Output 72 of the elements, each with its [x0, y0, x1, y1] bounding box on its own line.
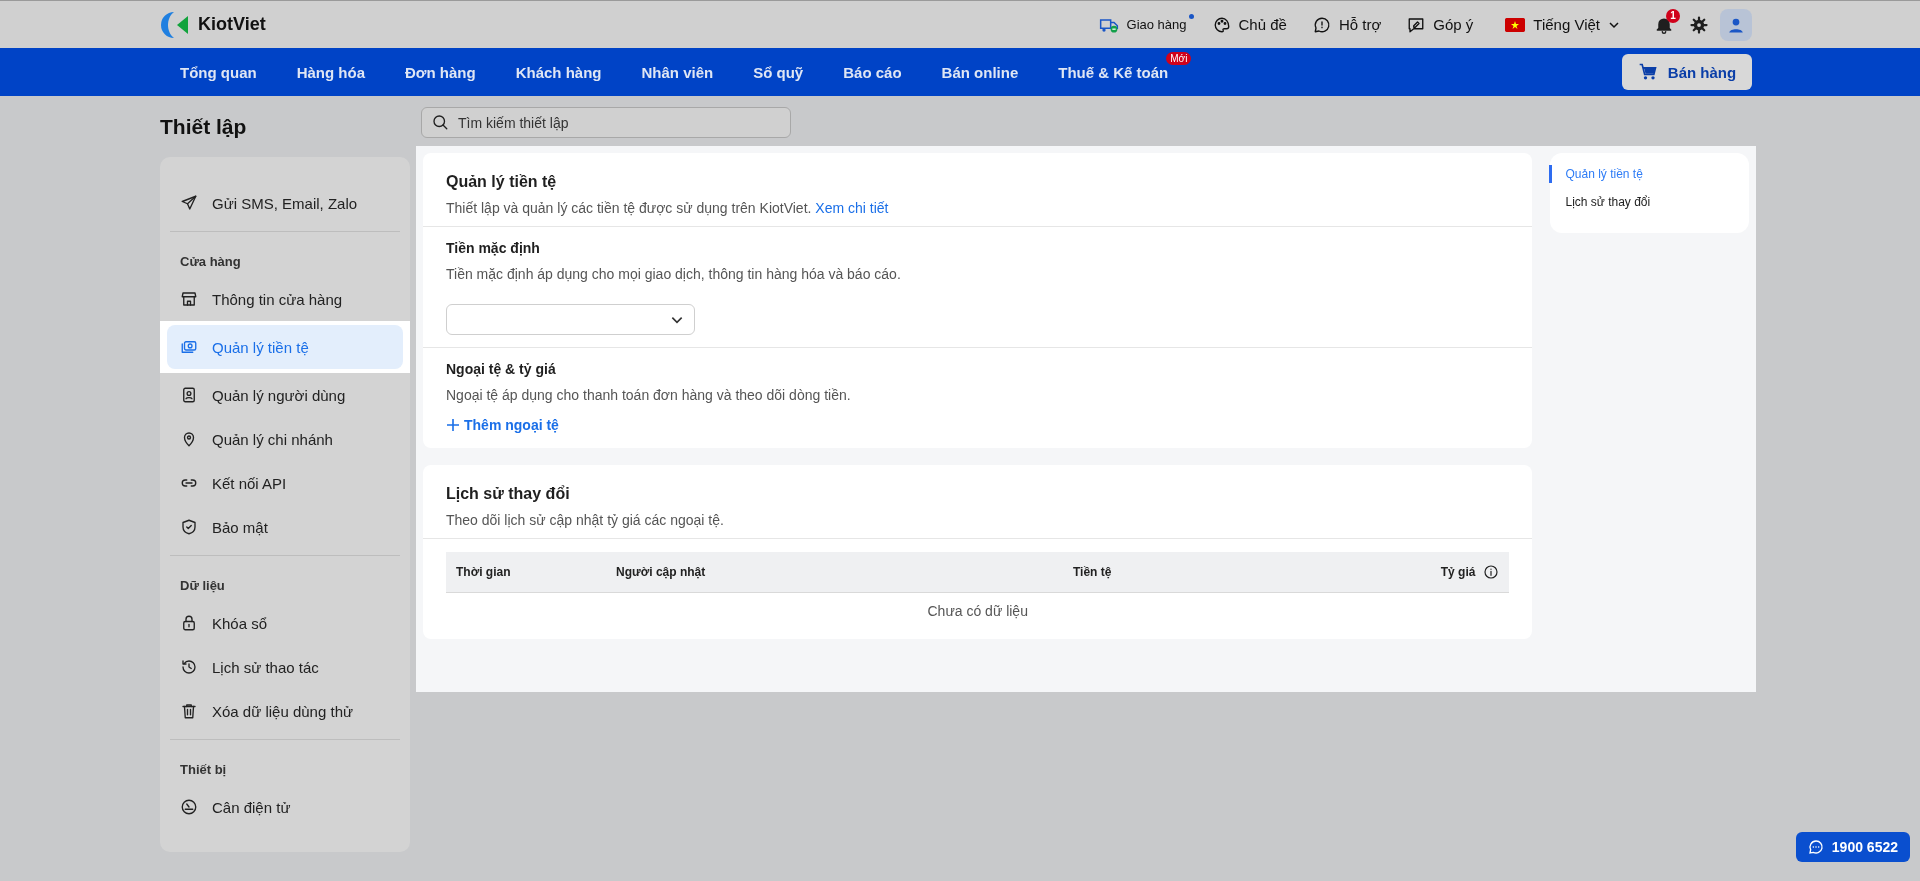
avatar-button[interactable]: [1720, 8, 1752, 41]
column-header: Thời gian: [456, 565, 511, 579]
column-header: Tỷ giá: [1440, 565, 1476, 579]
column-header: Tiền tệ: [1073, 565, 1112, 579]
sidebar-item[interactable]: Quản lý chi nhánh: [160, 417, 410, 461]
sell-button[interactable]: Bán hàng: [1622, 54, 1752, 90]
add-currency-link[interactable]: Thêm ngoại tệ: [446, 417, 559, 433]
sidebar-item[interactable]: Khóa sổ: [160, 601, 410, 645]
language-selector[interactable]: Tiếng Việt: [1499, 15, 1626, 34]
sidebar-item[interactable]: Bảo mật: [160, 505, 410, 549]
search-field[interactable]: Tìm kiếm thiết lập: [421, 107, 791, 138]
header-action[interactable]: Hỗ trợ: [1312, 15, 1382, 34]
feedback-icon: [1407, 15, 1426, 34]
send-icon: [180, 194, 198, 212]
header-action[interactable]: Chủ đề: [1212, 15, 1287, 34]
palette-icon: [1212, 15, 1231, 34]
sidebar-group-title: Dữ liệu: [179, 577, 226, 595]
history-icon: [180, 658, 198, 676]
user-card-icon: [180, 386, 198, 404]
page-title: Thiết lập: [160, 113, 248, 140]
shield-icon: [180, 518, 198, 536]
sidebar-item[interactable]: Thông tin cửa hàng: [160, 277, 410, 321]
nav-tab[interactable]: Bán online: [941, 63, 1019, 81]
chat-alert-icon: [1312, 15, 1331, 34]
nav-tab[interactable]: Tổng quan: [180, 63, 257, 81]
settings-icon: [1690, 15, 1708, 34]
scale-icon: [180, 798, 198, 816]
logo-text: KiotViet: [198, 14, 266, 35]
notification-badge: 1: [1666, 8, 1680, 23]
anchor-link[interactable]: Quản lý tiền tệ: [1549, 165, 1749, 183]
logo-icon: [160, 9, 190, 40]
chat-icon: [1807, 839, 1824, 855]
search-icon: [431, 113, 449, 131]
section-description: Ngoại tệ áp dụng cho thanh toán đơn hàng và theo dõi dòng tiền.: [446, 387, 852, 403]
card-description: Thiết lập và quản lý các tiền tệ được sử dụng trên KiotViet. Xem chi tiết: [446, 200, 890, 216]
card-title: Quản lý tiền tệ: [446, 173, 558, 191]
sidebar-item[interactable]: Quản lý tiền tệ: [167, 325, 403, 369]
cart-icon: [1637, 62, 1658, 82]
sidebar-item[interactable]: Lịch sử thao tác: [160, 645, 410, 689]
trash-icon: [180, 702, 198, 720]
nav-tab[interactable]: Nhân viên: [641, 63, 714, 81]
column-header: Người cập nhật: [616, 565, 706, 579]
header-action[interactable]: Góp ý: [1407, 15, 1474, 34]
sidebar-item[interactable]: Gửi SMS, Email, Zalo: [160, 181, 410, 225]
header-action[interactable]: Giao hàng: [1098, 15, 1187, 34]
sidebar-item[interactable]: Kết nối API: [160, 461, 410, 505]
lock-icon: [180, 614, 198, 632]
plus-icon: [446, 418, 460, 432]
new-badge: Mới: [1166, 51, 1192, 65]
store-icon: [180, 290, 198, 308]
card-description: Theo dõi lịch sử cập nhật tỷ giá các ngoại tệ.: [446, 512, 725, 528]
nav-tab[interactable]: Hàng hóa: [296, 63, 365, 81]
hotline-button[interactable]: 1900 6522: [1795, 832, 1910, 862]
sidebar-item[interactable]: Quản lý người dùng: [160, 373, 410, 417]
flag-icon: [1505, 17, 1526, 32]
nav-tab[interactable]: Khách hàng: [515, 63, 602, 81]
anchor-link[interactable]: Lịch sử thay đổi: [1549, 193, 1749, 211]
sidebar-item[interactable]: Xóa dữ liệu dùng thử: [160, 689, 410, 733]
money-icon: [180, 338, 198, 356]
sidebar-group-title: Thiết bị: [179, 761, 228, 779]
card-title: Lịch sử thay đổi: [446, 485, 571, 503]
sidebar-group-title: Cửa hàng: [179, 253, 242, 271]
section-description: Tiền mặc định áp dụng cho mọi giao dịch, thông tin hàng hóa và báo cáo.: [446, 266, 902, 282]
nav-tab[interactable]: Sổ quỹ: [753, 63, 804, 81]
details-link[interactable]: Xem chi tiết: [815, 200, 889, 216]
empty-message: Chưa có dữ liệu: [926, 602, 1029, 619]
nav-tab[interactable]: Báo cáo: [843, 63, 902, 81]
nav-tab[interactable]: Đơn hàng: [405, 63, 476, 81]
section-title: Ngoại tệ & tỷ giá: [446, 361, 557, 377]
section-title: Tiền mặc định: [446, 240, 541, 256]
nav-tab[interactable]: Thuế & Kế toán: [1058, 63, 1169, 81]
sidebar-item[interactable]: Cân điện tử: [160, 785, 410, 829]
